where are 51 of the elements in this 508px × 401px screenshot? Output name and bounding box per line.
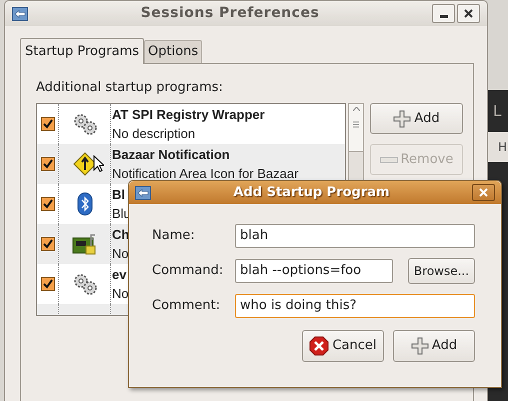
grip-icon [353, 121, 359, 128]
list-label: Additional startup programs: [36, 79, 224, 97]
list-row[interactable]: Bazaar Notification Notification Area Icon for Bazaar [37, 144, 345, 184]
field-label: Name: [152, 226, 196, 245]
field-label: Command: [152, 262, 224, 280]
gears-icon [72, 272, 98, 296]
checkbox[interactable] [40, 237, 54, 251]
close-icon [464, 9, 473, 18]
text-field[interactable]: blah [235, 224, 475, 248]
minus-icon [380, 156, 398, 162]
close-button[interactable] [457, 4, 480, 23]
window-icon [12, 6, 28, 20]
field-label: Comment: [152, 296, 222, 315]
tab[interactable]: Options [144, 40, 202, 63]
circuit-card-icon [72, 232, 98, 256]
program-description: Notification Area Icon for Bazaar [112, 165, 298, 183]
text-field[interactable]: who is doing this? [235, 294, 475, 318]
browse-button[interactable]: Browse... [408, 258, 475, 284]
program-name: Bazaar Notification [112, 146, 231, 164]
checkbox[interactable] [40, 277, 54, 291]
program-name: Bl [112, 186, 126, 204]
scroll-up-icon [352, 107, 360, 111]
minimize-button[interactable] [432, 4, 455, 23]
add-button[interactable]: Add [370, 103, 463, 134]
program-description: No [112, 285, 129, 303]
background-window-text: L [493, 100, 502, 122]
program-name: Ch [112, 226, 130, 244]
tab[interactable]: Startup Programs [20, 38, 144, 64]
checkbox[interactable] [40, 117, 54, 131]
window-icon [135, 186, 151, 200]
program-name: AT SPI Registry Wrapper [112, 106, 265, 124]
window-title: Sessions Preferences [140, 4, 320, 23]
checkbox[interactable] [40, 197, 54, 211]
close-icon [479, 188, 488, 197]
gears-icon [72, 112, 98, 136]
add-button[interactable]: Add [393, 330, 475, 362]
dialog-title: Add Startup Program [232, 184, 391, 202]
checkbox[interactable] [40, 157, 54, 171]
mouse-pointer-icon [93, 155, 104, 173]
program-description: No description [112, 125, 196, 143]
text-field[interactable]: blah --options=foo [235, 258, 393, 282]
program-name: ev [112, 266, 128, 284]
cancel-icon [309, 336, 330, 356]
minimize-icon [440, 15, 448, 18]
background-window-text: H [498, 139, 508, 156]
cancel-button[interactable]: Cancel [302, 330, 384, 362]
bluetooth-icon [76, 192, 92, 216]
plus-icon [410, 337, 429, 355]
close-button[interactable] [472, 184, 495, 201]
program-description: No [112, 245, 130, 263]
plus-icon [393, 110, 412, 128]
